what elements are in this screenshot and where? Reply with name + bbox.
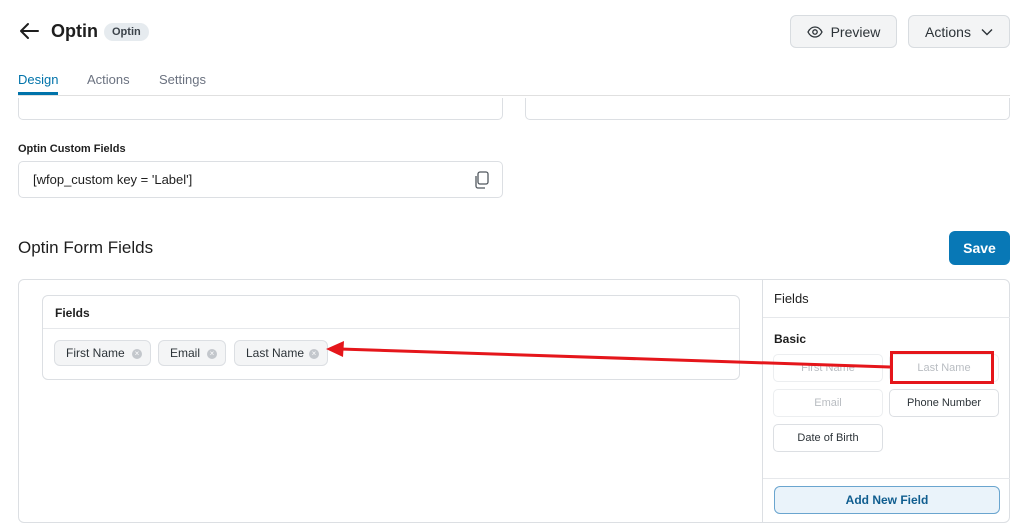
fields-dropzone[interactable]: Fields First Name × Email × Last Name ×	[42, 295, 740, 380]
add-new-field-button[interactable]: Add New Field	[774, 486, 1000, 514]
add-phone-number-button[interactable]: Phone Number	[889, 389, 999, 417]
actions-dropdown[interactable]: Actions	[908, 15, 1010, 48]
form-builder: Fields First Name × Email × Last Name × …	[18, 279, 1010, 523]
sidebar-title: Fields	[774, 291, 809, 306]
add-first-name-button[interactable]: First Name	[773, 354, 883, 382]
field-chip-first-name[interactable]: First Name ×	[54, 340, 151, 366]
tab-settings[interactable]: Settings	[159, 72, 206, 87]
back-arrow-icon[interactable]	[18, 20, 40, 42]
chip-label: First Name	[66, 346, 125, 360]
divider	[763, 317, 1010, 318]
custom-fields-value: [wfop_custom key = 'Label']	[33, 172, 193, 187]
active-tab-indicator	[18, 92, 58, 95]
tab-actions[interactable]: Actions	[87, 72, 130, 87]
fields-sidebar: Fields Basic First Name Last Name Email …	[762, 280, 1010, 522]
annotation-highlight-box	[890, 351, 994, 384]
section-title: Optin Form Fields	[18, 238, 154, 257]
tab-design[interactable]: Design	[18, 72, 58, 87]
fields-card-title: Fields	[55, 306, 90, 320]
tab-bar: Design Actions Settings	[18, 72, 1010, 96]
preview-button[interactable]: Preview	[790, 15, 897, 48]
save-button[interactable]: Save	[949, 231, 1010, 265]
previous-field-right[interactable]	[525, 98, 1010, 120]
divider	[43, 328, 739, 329]
field-chip-email[interactable]: Email ×	[158, 340, 226, 366]
remove-icon[interactable]: ×	[309, 349, 319, 359]
eye-icon	[806, 25, 823, 38]
custom-fields-shortcode[interactable]: [wfop_custom key = 'Label']	[18, 161, 503, 198]
add-email-button[interactable]: Email	[773, 389, 883, 417]
actions-label: Actions	[925, 23, 971, 40]
remove-icon[interactable]: ×	[132, 349, 142, 359]
custom-fields-label: Optin Custom Fields	[18, 143, 126, 155]
page-title: Optin	[51, 21, 98, 41]
preview-label: Preview	[830, 23, 881, 40]
type-badge: Optin	[104, 23, 149, 41]
previous-field-left[interactable]	[18, 98, 503, 120]
divider	[763, 478, 1010, 479]
basic-group-label: Basic	[774, 332, 807, 346]
field-chip-last-name[interactable]: Last Name ×	[234, 340, 328, 366]
chevron-down-icon	[981, 28, 993, 35]
add-date-of-birth-button[interactable]: Date of Birth	[773, 424, 883, 452]
chip-label: Last Name	[246, 346, 305, 360]
chip-label: Email	[170, 346, 201, 360]
remove-icon[interactable]: ×	[207, 349, 217, 359]
copy-icon[interactable]	[474, 171, 490, 189]
